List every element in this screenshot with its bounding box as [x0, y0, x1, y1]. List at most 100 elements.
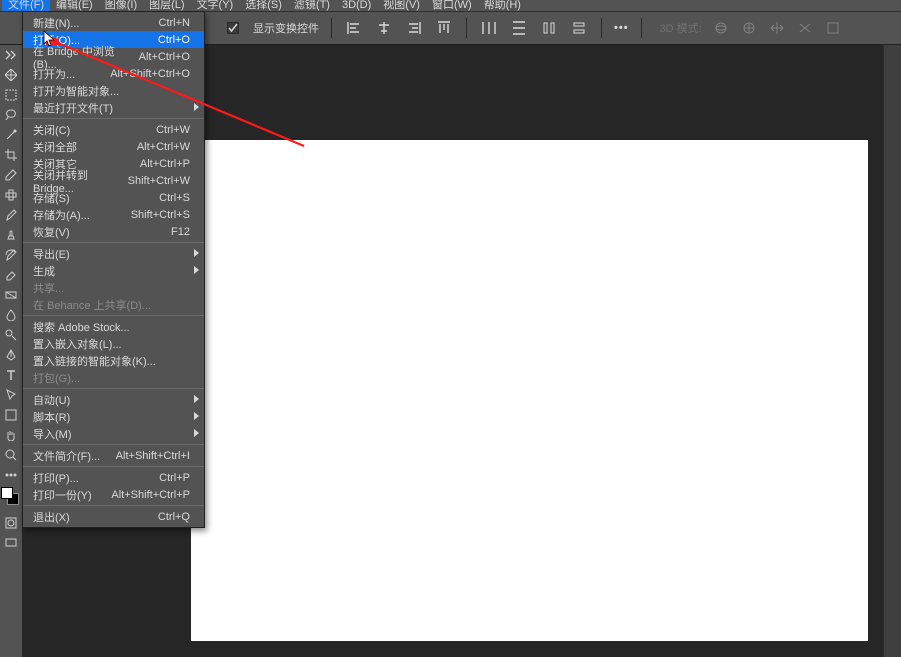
menu-window[interactable]: 窗口(W)	[426, 0, 478, 11]
wand-tool-icon[interactable]	[0, 125, 22, 145]
menu-item[interactable]: 关闭(C)Ctrl+W	[23, 121, 204, 138]
separator	[601, 18, 602, 38]
menu-select[interactable]: 选择(S)	[239, 0, 288, 11]
slide-3d-icon	[796, 19, 814, 37]
menu-item[interactable]: 关闭并转到 Bridge...Shift+Ctrl+W	[23, 172, 204, 189]
menu-item[interactable]: 置入嵌入对象(L)...	[23, 335, 204, 352]
menu-item-shortcut: Alt+Shift+Ctrl+P	[111, 489, 190, 501]
menu-item[interactable]: 置入链接的智能对象(K)...	[23, 352, 204, 369]
more-options-icon[interactable]: •••	[614, 22, 629, 34]
menu-item[interactable]: 存储(S)Ctrl+S	[23, 189, 204, 206]
submenu-arrow-icon	[194, 266, 199, 274]
menu-item[interactable]: 打印(P)...Ctrl+P	[23, 469, 204, 486]
menu-separator	[23, 315, 204, 316]
marquee-tool-icon[interactable]	[0, 85, 22, 105]
menu-item-label: 恢复(V)	[33, 224, 70, 240]
eraser-tool-icon[interactable]	[0, 265, 22, 285]
distribute-space-v-icon[interactable]	[569, 18, 589, 38]
chevrons-icon[interactable]	[0, 45, 22, 65]
menu-item[interactable]: 最近打开文件(T)	[23, 99, 204, 116]
move-tool-icon[interactable]	[0, 65, 22, 85]
menu-item[interactable]: 打开为智能对象...	[23, 82, 204, 99]
menu-item[interactable]: 退出(X)Ctrl+Q	[23, 508, 204, 525]
menu-type[interactable]: 文字(Y)	[191, 0, 240, 11]
menu-item[interactable]: 搜索 Adobe Stock...	[23, 318, 204, 335]
menu-item-shortcut: Shift+Ctrl+S	[131, 209, 190, 221]
menu-item[interactable]: 文件简介(F)...Alt+Shift+Ctrl+I	[23, 447, 204, 464]
orbit-3d-icon	[712, 19, 730, 37]
menu-item-shortcut: Alt+Ctrl+W	[137, 141, 190, 153]
menu-item-label: 存储为(A)...	[33, 207, 90, 223]
document-canvas[interactable]	[191, 140, 868, 641]
checkbox-transform-controls[interactable]	[227, 22, 239, 34]
crop-tool-icon[interactable]	[0, 145, 22, 165]
brush-tool-icon[interactable]	[0, 205, 22, 225]
healing-tool-icon[interactable]	[0, 185, 22, 205]
eyedropper-tool-icon[interactable]	[0, 165, 22, 185]
menu-item-label: 搜索 Adobe Stock...	[33, 319, 130, 335]
path-select-icon[interactable]	[0, 385, 22, 405]
menu-item[interactable]: 打印一份(Y) Alt+Shift+Ctrl+P	[23, 486, 204, 503]
distribute-h-icon[interactable]	[479, 18, 499, 38]
menu-separator	[23, 505, 204, 506]
gradient-tool-icon[interactable]	[0, 285, 22, 305]
hand-tool-icon[interactable]	[0, 425, 22, 445]
menu-item[interactable]: 导出(E)	[23, 245, 204, 262]
menu-item[interactable]: 新建(N)... Ctrl+N	[23, 14, 204, 31]
menu-edit[interactable]: 编辑(E)	[50, 0, 99, 11]
menu-item-shortcut: Ctrl+N	[159, 17, 190, 29]
lasso-tool-icon[interactable]	[0, 105, 22, 125]
menu-file[interactable]: 文件(F)	[2, 0, 50, 11]
menu-item[interactable]: 存储为(A)... Shift+Ctrl+S	[23, 206, 204, 223]
dodge-tool-icon[interactable]	[0, 325, 22, 345]
history-brush-icon[interactable]	[0, 245, 22, 265]
distribute-v-icon[interactable]	[509, 18, 529, 38]
menu-3d[interactable]: 3D(D)	[336, 0, 377, 11]
separator	[331, 18, 332, 38]
menubar: 文件(F) 编辑(E) 图像(I) 图层(L) 文字(Y) 选择(S) 滤镜(T…	[0, 0, 901, 11]
submenu-arrow-icon	[194, 249, 199, 257]
zoom-tool-icon[interactable]	[0, 445, 22, 465]
menu-item[interactable]: 自动(U)	[23, 391, 204, 408]
align-hcenter-icon[interactable]	[374, 18, 394, 38]
align-left-icon[interactable]	[344, 18, 364, 38]
menu-help[interactable]: 帮助(H)	[478, 0, 527, 11]
menu-item-label: 新建(N)...	[33, 15, 79, 31]
menu-item-label: 打印一份(Y)	[33, 487, 92, 503]
align-right-icon[interactable]	[404, 18, 424, 38]
menu-item[interactable]: 脚本(R)	[23, 408, 204, 425]
menu-item[interactable]: 在 Bridge 中浏览(B)...Alt+Ctrl+O	[23, 48, 204, 65]
edit-toolbar-icon[interactable]	[0, 465, 22, 485]
stamp-tool-icon[interactable]	[0, 225, 22, 245]
label-transform-controls: 显示变换控件	[253, 20, 319, 36]
submenu-arrow-icon	[194, 103, 199, 111]
menu-filter[interactable]: 滤镜(T)	[288, 0, 336, 11]
menu-item: 在 Behance 上共享(D)...	[23, 296, 204, 313]
blur-tool-icon[interactable]	[0, 305, 22, 325]
menu-item[interactable]: 导入(M)	[23, 425, 204, 442]
menu-separator	[23, 242, 204, 243]
menu-item-shortcut: Ctrl+O	[158, 34, 190, 46]
align-top-icon[interactable]	[434, 18, 454, 38]
pen-tool-icon[interactable]	[0, 345, 22, 365]
type-tool-icon[interactable]	[0, 365, 22, 385]
menu-item[interactable]: 恢复(V) F12	[23, 223, 204, 240]
menu-item[interactable]: 关闭全部Alt+Ctrl+W	[23, 138, 204, 155]
quickmask-icon[interactable]	[0, 513, 22, 533]
menu-item[interactable]: 生成	[23, 262, 204, 279]
menu-view[interactable]: 视图(V)	[377, 0, 426, 11]
shape-tool-icon[interactable]	[0, 405, 22, 425]
menu-item-label: 共享...	[33, 280, 64, 296]
menu-item[interactable]: 打开为...Alt+Shift+Ctrl+O	[23, 65, 204, 82]
screenmode-icon[interactable]	[0, 533, 22, 553]
menu-layer[interactable]: 图层(L)	[143, 0, 190, 11]
color-swatch[interactable]	[0, 485, 22, 513]
menu-item-shortcut: Ctrl+S	[159, 192, 190, 204]
distribute-space-h-icon[interactable]	[539, 18, 559, 38]
separator	[466, 18, 467, 38]
menu-item-label: 置入链接的智能对象(K)...	[33, 353, 156, 369]
menu-item-shortcut: Ctrl+Q	[158, 511, 190, 523]
menu-image[interactable]: 图像(I)	[99, 0, 143, 11]
menu-item-label: 导出(E)	[33, 246, 70, 262]
menu-item-shortcut: F12	[171, 226, 190, 238]
